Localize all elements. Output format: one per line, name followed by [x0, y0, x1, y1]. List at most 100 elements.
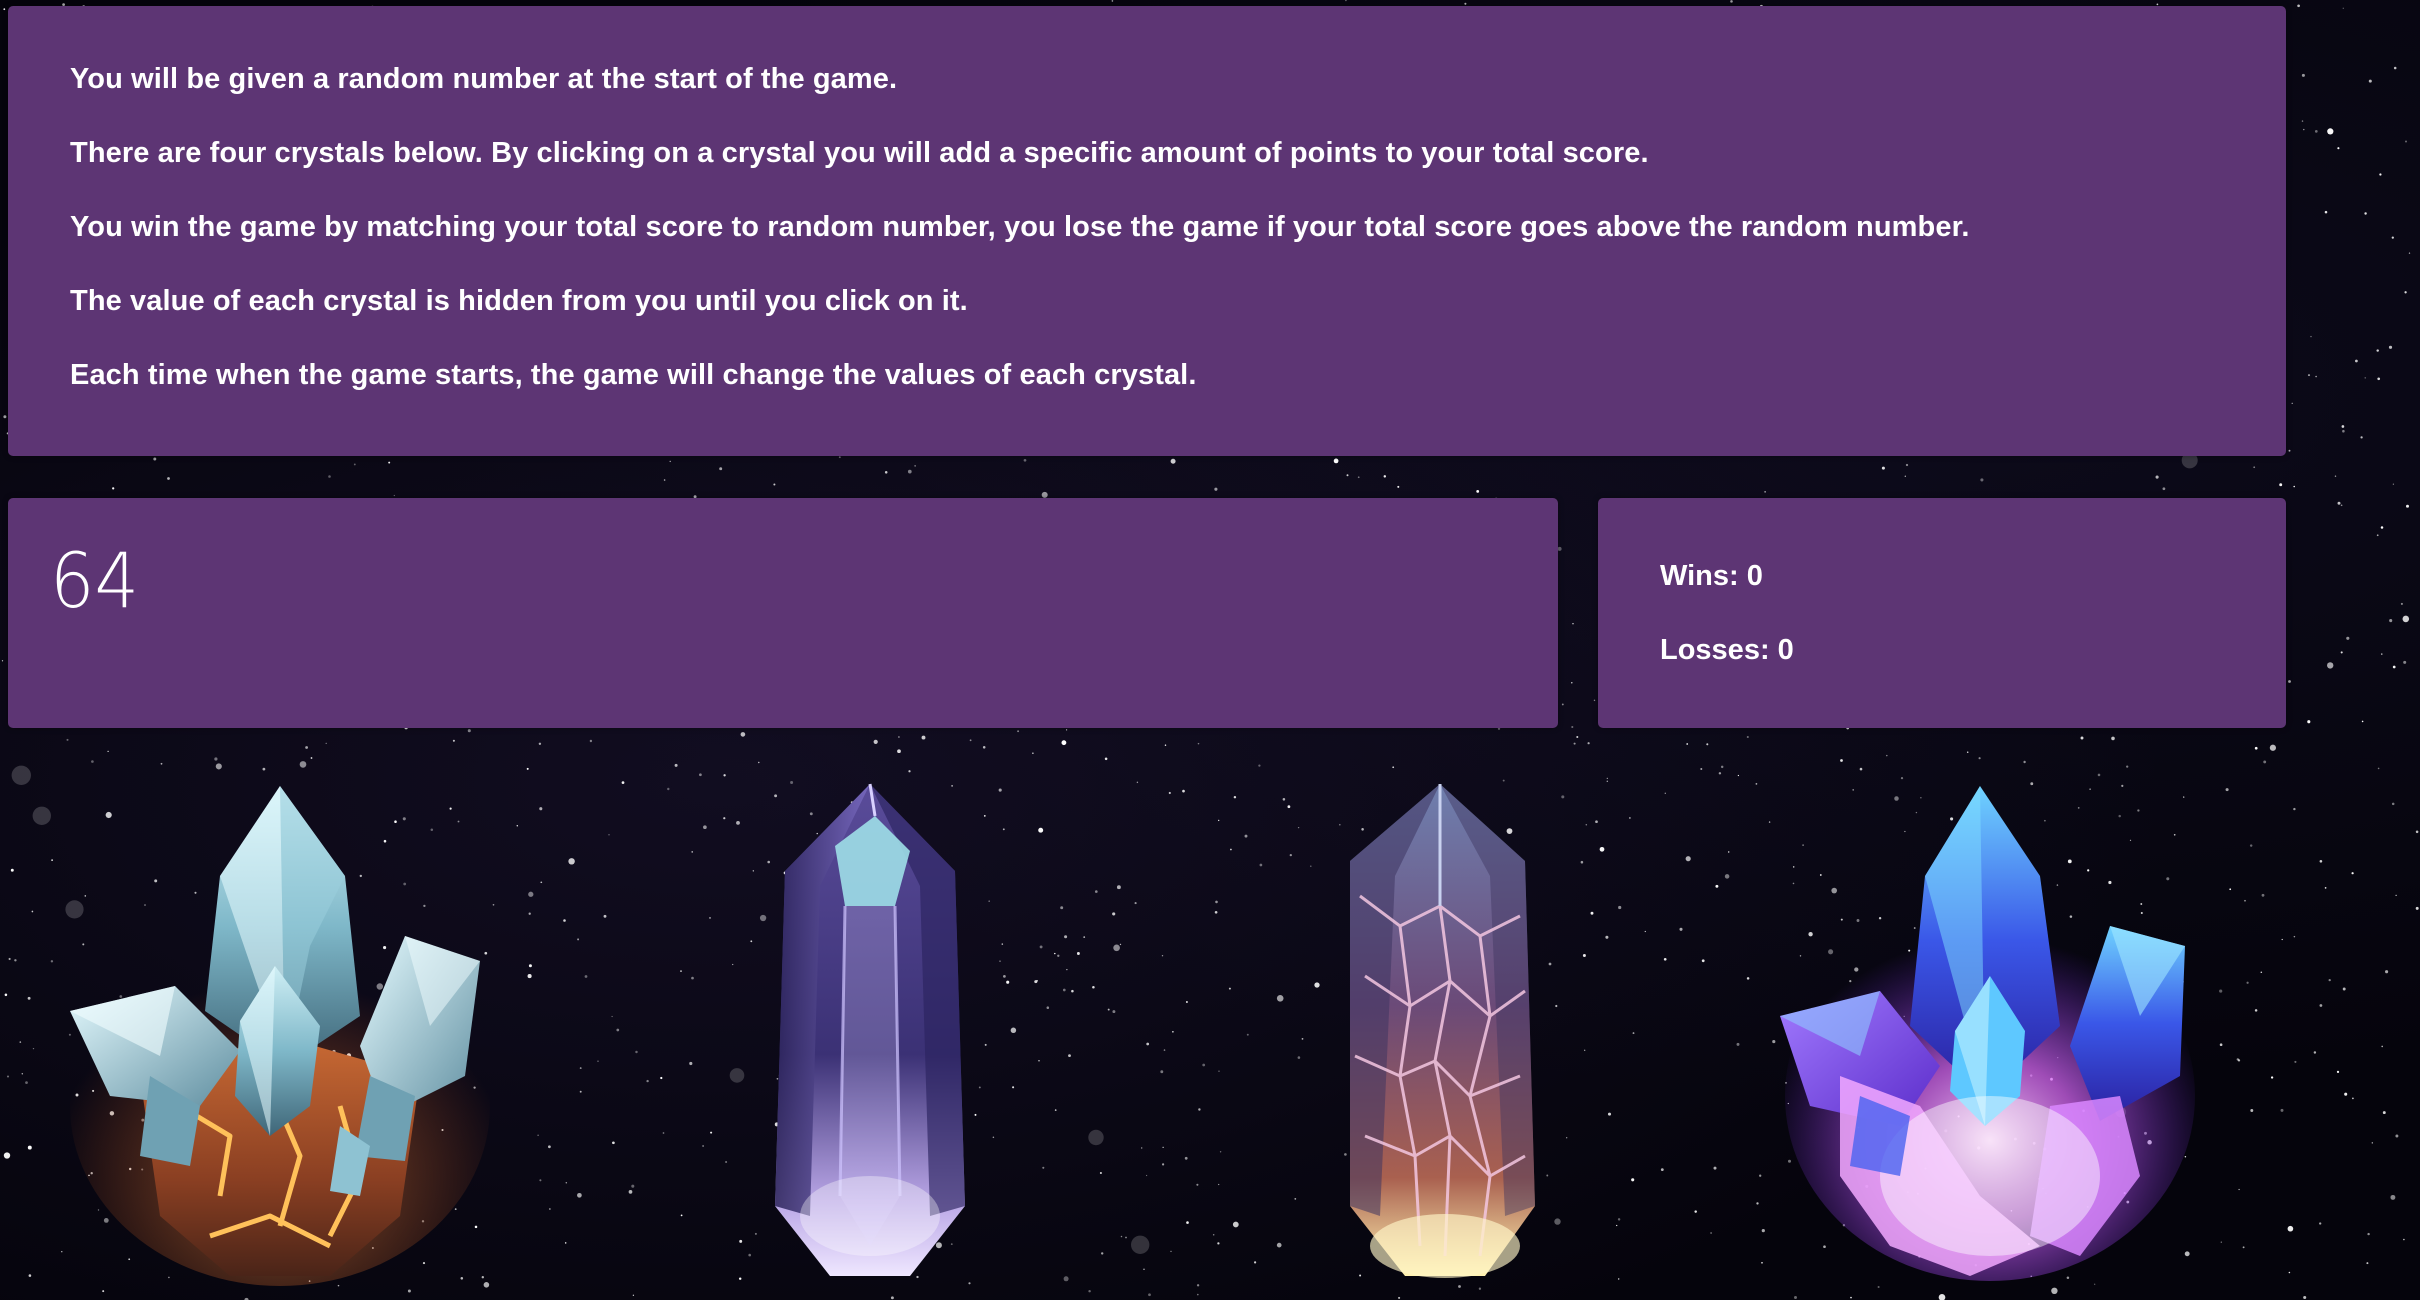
star	[968, 1282, 971, 1285]
star	[2319, 859, 2323, 863]
star	[1054, 952, 1056, 955]
star	[2400, 602, 2403, 605]
star	[1233, 795, 1237, 799]
star	[723, 774, 726, 777]
star	[1582, 954, 1586, 957]
instructions-panel: You will be given a random number at the…	[8, 6, 2286, 456]
star	[680, 970, 682, 972]
star	[1616, 1224, 1618, 1227]
star	[667, 787, 670, 791]
star	[2334, 475, 2337, 477]
star	[1859, 767, 1863, 771]
star	[2415, 906, 2419, 910]
star	[2293, 807, 2296, 811]
star	[2385, 970, 2389, 974]
star	[91, 760, 94, 763]
star	[2288, 1271, 2291, 1274]
star	[740, 732, 746, 737]
crystal-button-3[interactable]	[1320, 776, 1570, 1280]
star	[1185, 1001, 1188, 1003]
star	[908, 770, 911, 773]
star	[577, 1192, 582, 1198]
star	[2253, 466, 2256, 469]
star	[2279, 483, 2283, 487]
crystal-button-1[interactable]	[70, 776, 490, 1286]
star	[1314, 982, 1320, 988]
star	[1938, 1294, 1946, 1300]
star	[3, 1152, 11, 1159]
star	[579, 1067, 582, 1070]
star	[1006, 980, 1010, 984]
star	[2126, 765, 2129, 768]
star	[608, 834, 610, 836]
star	[2270, 1076, 2274, 1079]
star	[1710, 1232, 1713, 1234]
star	[2371, 1142, 2373, 1144]
star	[1605, 935, 1609, 939]
star	[1772, 1040, 1776, 1044]
star	[1617, 1218, 1621, 1221]
star	[2379, 173, 2382, 176]
star	[1164, 744, 1167, 746]
star	[540, 881, 543, 884]
star	[564, 1242, 567, 1244]
star	[1398, 1296, 1401, 1299]
star	[2301, 73, 2305, 77]
star	[1068, 1054, 1071, 1057]
crystal-button-4[interactable]	[1780, 776, 2200, 1281]
star	[215, 763, 222, 770]
star	[884, 471, 888, 474]
star	[3, 415, 7, 419]
star	[2094, 1283, 2096, 1285]
star	[2381, 1045, 2383, 1048]
star	[1083, 936, 1086, 938]
star	[1119, 943, 1122, 946]
crystal-button-2[interactable]	[750, 776, 990, 1280]
star	[1607, 1112, 1612, 1116]
star	[2254, 1009, 2258, 1012]
star	[1092, 986, 1095, 989]
star	[897, 749, 901, 754]
star	[1217, 1242, 1220, 1245]
star	[1253, 1261, 1257, 1264]
star	[1301, 1038, 1304, 1040]
star	[579, 1090, 582, 1093]
star	[2313, 1051, 2317, 1054]
star-glow	[1131, 1235, 1150, 1255]
star	[1584, 1049, 1586, 1051]
star	[2344, 1092, 2348, 1096]
star	[1631, 1178, 1635, 1182]
wins-label: Wins:	[1660, 560, 1747, 592]
star	[2281, 938, 2283, 941]
star	[160, 762, 163, 765]
star	[1197, 742, 1200, 745]
star	[2389, 619, 2393, 623]
star	[2111, 736, 2115, 741]
star	[2220, 1241, 2222, 1243]
star	[669, 460, 671, 463]
star	[921, 735, 926, 740]
star	[2390, 1194, 2396, 1200]
star	[1172, 1031, 1174, 1033]
star	[2342, 987, 2346, 991]
star	[1730, 0, 1733, 3]
star	[1120, 1235, 1123, 1238]
star	[621, 781, 625, 784]
star	[2244, 899, 2246, 902]
star	[2246, 981, 2249, 984]
star	[631, 1184, 635, 1188]
star	[1618, 905, 1622, 910]
star	[699, 773, 702, 777]
star	[1737, 774, 1740, 777]
star	[1660, 1168, 1664, 1171]
star	[2327, 662, 2334, 669]
star	[28, 1274, 32, 1277]
star	[1218, 819, 1220, 822]
star	[492, 903, 495, 906]
star	[1196, 1183, 1199, 1186]
star	[1357, 476, 1360, 479]
star	[584, 975, 588, 978]
wins-value: 0	[1746, 560, 1763, 592]
wins-counter: Wins: 0	[1660, 560, 1763, 592]
star	[1, 660, 4, 662]
